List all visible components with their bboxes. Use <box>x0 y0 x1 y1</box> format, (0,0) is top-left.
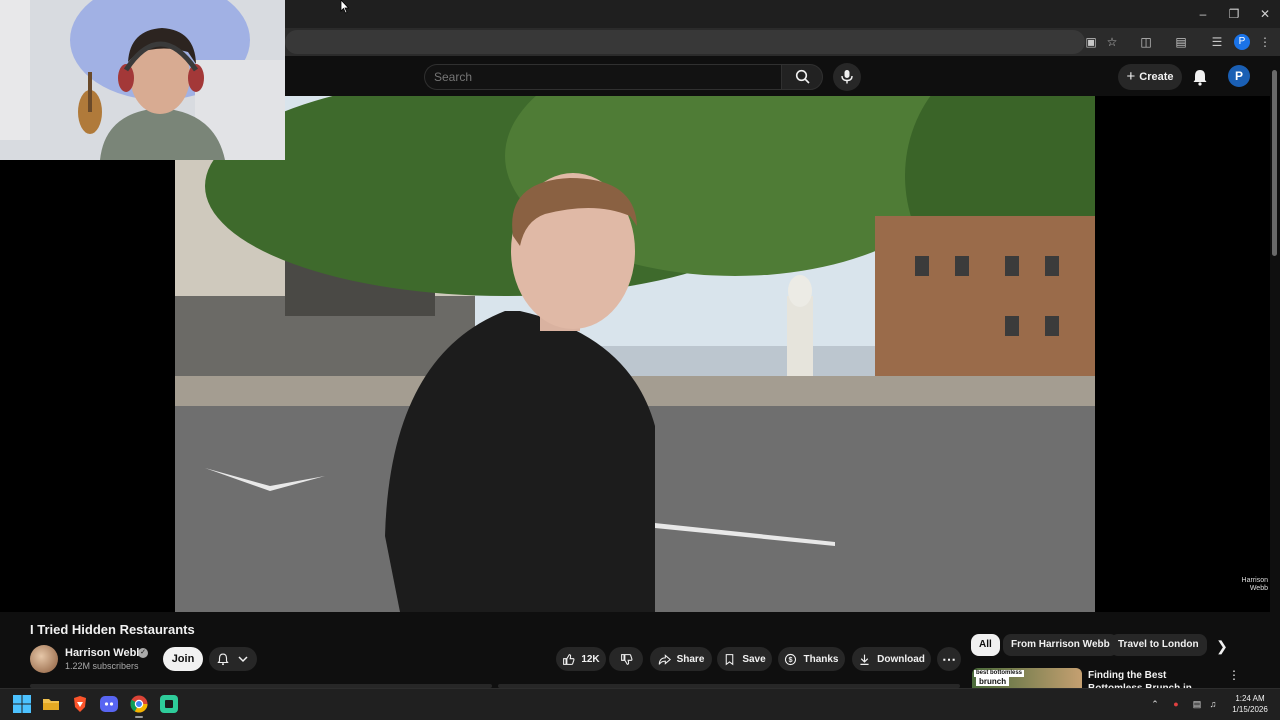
bell-icon <box>1193 70 1207 86</box>
webcam-feed-image <box>0 0 285 160</box>
clock-date: 1/15/2026 <box>1232 705 1268 714</box>
thumbnail-caption-large: brunch <box>976 677 1010 686</box>
chrome-icon[interactable] <box>129 694 149 714</box>
microphone-tray-icon[interactable]: ● <box>1170 698 1182 710</box>
bookmark-icon <box>726 653 734 665</box>
microphone-icon <box>841 70 853 84</box>
related-video-thumbnail[interactable]: best bottomless brunch <box>972 668 1082 688</box>
media-controls-icon[interactable]: ☰ <box>1209 34 1225 50</box>
green-app-icon[interactable] <box>159 694 179 714</box>
join-button[interactable]: Join <box>163 647 203 671</box>
dislike-button[interactable] <box>609 647 643 671</box>
webcam-overlay <box>0 0 285 160</box>
brave-browser-icon[interactable] <box>70 694 90 714</box>
video-title: I Tried Hidden Restaurants <box>30 622 195 637</box>
thanks-label: Thanks <box>803 653 839 665</box>
save-button[interactable]: Save <box>717 647 772 671</box>
channel-name[interactable]: Harrison Webb <box>65 647 143 659</box>
subscription-notifications-button[interactable] <box>209 647 257 671</box>
volume-icon[interactable]: ♫ <box>1207 698 1219 710</box>
thumbnail-caption-small: best bottomless <box>974 670 1025 677</box>
download-button[interactable]: Download <box>852 647 931 671</box>
share-label: Share <box>676 653 705 665</box>
svg-text:$: $ <box>789 655 793 664</box>
windows-taskbar <box>0 688 1280 720</box>
more-actions-button[interactable]: ⋯ <box>937 647 961 671</box>
browser-menu-icon[interactable]: ⋮ <box>1257 34 1273 50</box>
share-arrow-icon <box>658 653 671 665</box>
install-app-icon[interactable]: ▣ <box>1083 34 1099 50</box>
close-window-button[interactable]: ✕ <box>1257 6 1273 22</box>
super-thanks-icon: $ <box>785 653 797 665</box>
search-input[interactable] <box>434 66 764 88</box>
discord-icon[interactable] <box>99 694 119 714</box>
notifications-button[interactable] <box>1190 67 1210 87</box>
like-count: 12K <box>581 653 600 665</box>
channel-avatar[interactable] <box>30 645 58 673</box>
file-explorer-icon[interactable] <box>41 694 61 714</box>
search-button[interactable] <box>781 64 823 90</box>
more-horizontal-icon: ⋯ <box>942 650 956 667</box>
video-watermark: Harrison Webb <box>1241 577 1268 592</box>
taskbar-clock[interactable]: 1:24 AM 1/15/2026 <box>1226 693 1274 715</box>
browser-profile-avatar[interactable]: P <box>1234 34 1250 50</box>
thumbs-down-icon <box>620 653 632 665</box>
thanks-button[interactable]: $ Thanks <box>778 647 845 671</box>
address-bar[interactable] <box>285 30 1085 54</box>
chip-from-channel[interactable]: From Harrison Webb <box>1003 634 1118 656</box>
thumbs-up-icon <box>563 653 575 665</box>
restore-window-button[interactable]: ❐ <box>1226 6 1242 22</box>
bookmark-star-icon[interactable]: ☆ <box>1104 34 1120 50</box>
create-button[interactable]: + Create <box>1118 64 1182 90</box>
windows-start-icon[interactable] <box>12 694 32 714</box>
video-scene-image <box>175 96 1095 612</box>
bell-icon <box>217 653 229 666</box>
mouse-cursor-icon <box>340 0 350 14</box>
save-label: Save <box>742 653 766 665</box>
search-icon <box>795 69 810 84</box>
share-button[interactable]: Share <box>650 647 712 671</box>
chevron-down-icon <box>238 656 248 663</box>
extensions-icon[interactable]: ◫ <box>1138 34 1154 50</box>
scrollbar-thumb[interactable] <box>1272 70 1277 256</box>
download-icon <box>860 654 869 665</box>
download-label: Download <box>877 653 925 665</box>
account-avatar[interactable]: P <box>1228 65 1250 87</box>
minimize-window-button[interactable]: – <box>1195 6 1211 22</box>
chip-all[interactable]: All <box>971 634 1000 656</box>
more-vertical-icon[interactable]: ⋮ <box>1228 668 1240 684</box>
chevron-right-icon[interactable]: ❯ <box>1213 637 1231 655</box>
verified-check-icon: ✓ <box>138 648 148 658</box>
create-label: Create <box>1139 71 1174 83</box>
like-button[interactable]: 12K <box>556 647 606 671</box>
video-frame[interactable] <box>175 96 1095 612</box>
subscriber-count: 1.22M subscribers <box>65 661 139 671</box>
clock-time: 1:24 AM <box>1235 694 1265 703</box>
related-video-title[interactable]: Finding the Best Bottomless Brunch in Lo… <box>1088 669 1218 688</box>
network-icon[interactable]: ▤ <box>1191 698 1203 710</box>
split-view-icon[interactable]: ▤ <box>1173 34 1189 50</box>
chip-travel-to-london[interactable]: Travel to London <box>1110 634 1207 656</box>
active-app-indicator <box>135 716 143 718</box>
voice-search-button[interactable] <box>833 63 861 91</box>
plus-icon: + <box>1126 68 1136 85</box>
chevron-up-icon[interactable]: ⌃ <box>1149 698 1161 710</box>
